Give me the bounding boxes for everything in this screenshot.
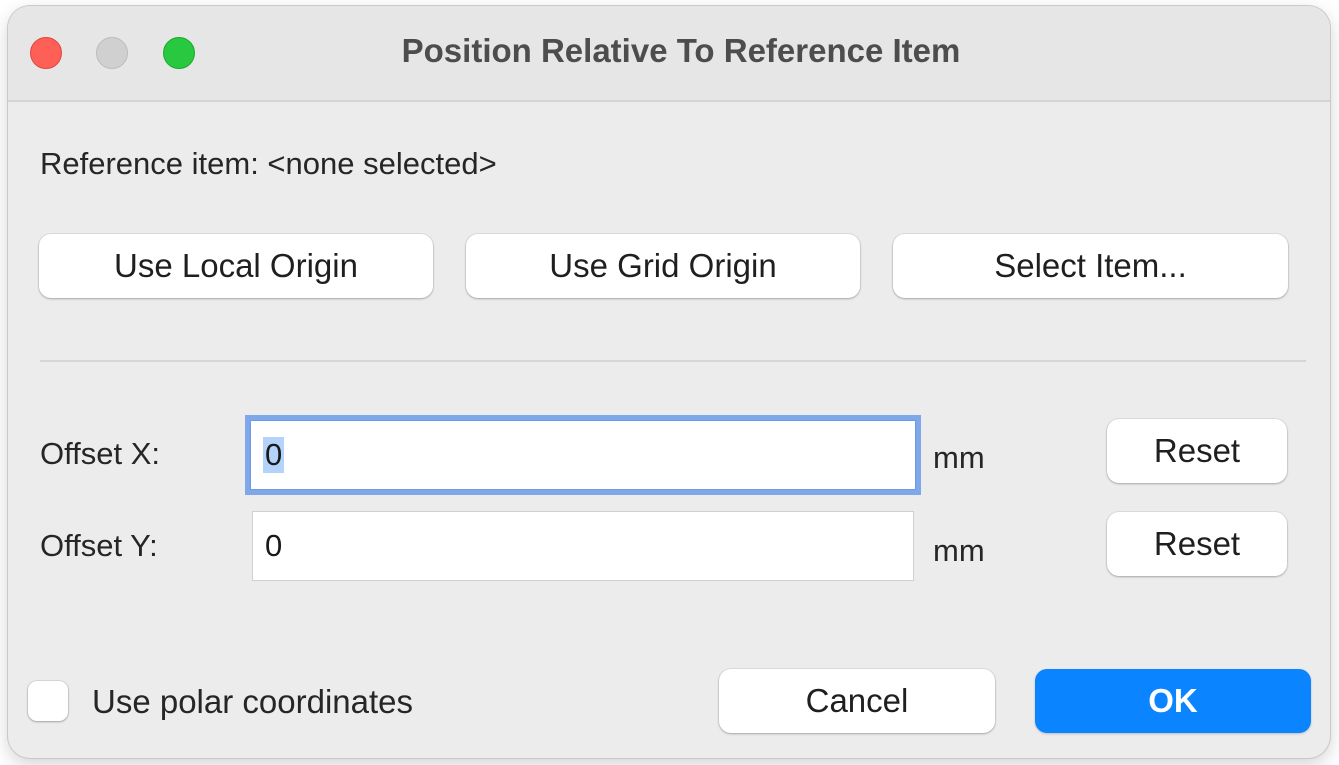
offset-x-input[interactable]: 0 (250, 420, 916, 490)
select-item-button[interactable]: Select Item... (893, 234, 1288, 298)
offset-x-unit: mm (933, 440, 985, 475)
offset-y-input[interactable]: 0 (252, 511, 914, 581)
separator (40, 360, 1306, 362)
offset-y-value: 0 (265, 528, 283, 563)
offset-x-label: Offset X: (40, 436, 161, 471)
offset-x-reset-button[interactable]: Reset (1107, 419, 1287, 483)
offset-y-unit: mm (933, 533, 985, 568)
polar-coordinates-checkbox[interactable] (28, 681, 68, 721)
reference-item-label: Reference item: <none selected> (40, 146, 497, 181)
window-title: Position Relative To Reference Item (401, 32, 961, 69)
ok-button[interactable]: OK (1035, 669, 1311, 733)
offset-x-value: 0 (263, 437, 285, 473)
offset-y-reset-button[interactable]: Reset (1107, 512, 1287, 576)
offset-y-label: Offset Y: (40, 528, 158, 563)
use-grid-origin-button[interactable]: Use Grid Origin (466, 234, 860, 298)
use-local-origin-button[interactable]: Use Local Origin (39, 234, 433, 298)
polar-coordinates-label: Use polar coordinates (92, 683, 414, 720)
cancel-button[interactable]: Cancel (719, 669, 995, 733)
title-bar: Position Relative To Reference Item (8, 6, 1330, 102)
dialog-window: Position Relative To Reference Item Refe… (8, 6, 1330, 758)
